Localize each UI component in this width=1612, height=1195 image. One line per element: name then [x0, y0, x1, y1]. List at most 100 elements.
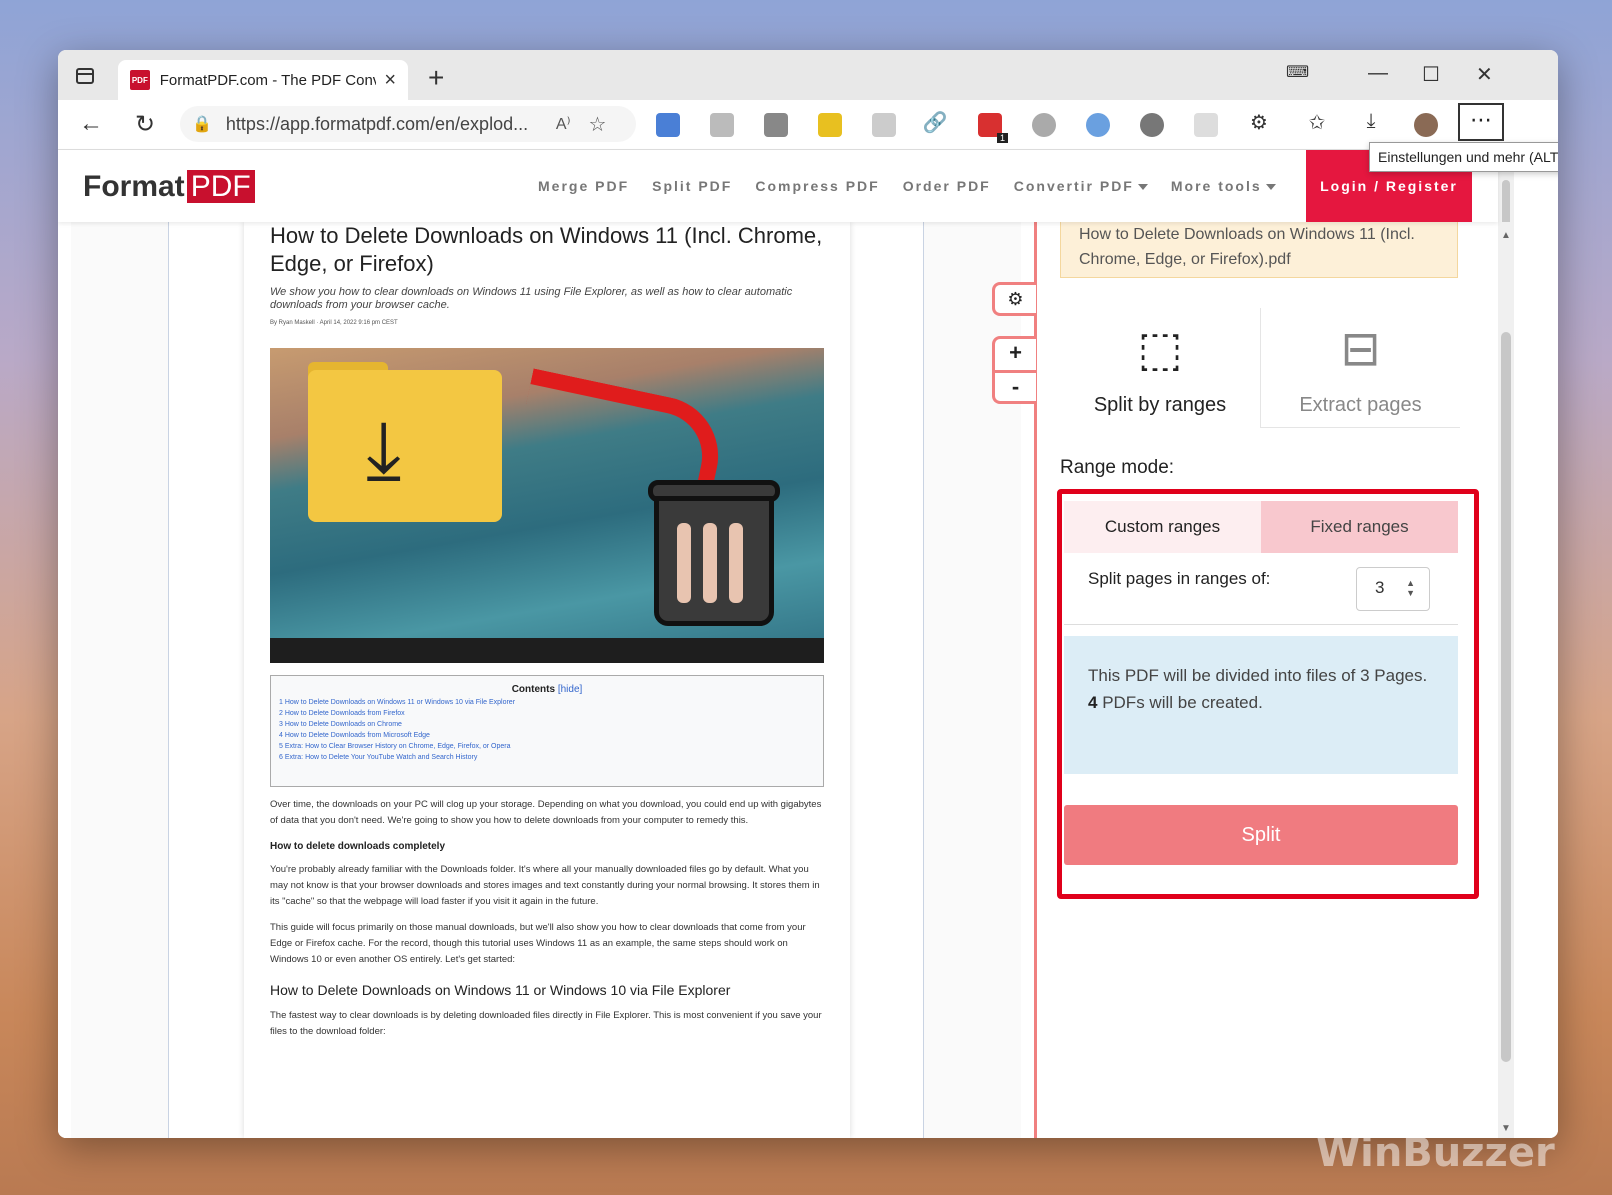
- pdf-page: How to Delete Downloads on Windows 11 (I…: [244, 222, 850, 1138]
- tab-custom-ranges[interactable]: Custom ranges: [1064, 501, 1261, 553]
- favorites-icon[interactable]: ✩: [1302, 110, 1332, 135]
- maximize-icon[interactable]: ☐: [1422, 62, 1440, 87]
- close-window-icon[interactable]: ✕: [1476, 62, 1493, 87]
- active-tab[interactable]: PDF FormatPDF.com - The PDF Conve ×: [118, 60, 408, 100]
- stepper-arrows-icon[interactable]: ▲ ▼: [1406, 578, 1415, 598]
- key-extension-icon[interactable]: [818, 113, 842, 137]
- chevron-down-icon: [1265, 184, 1276, 191]
- split-info-box: This PDF will be divided into files of 3…: [1064, 636, 1458, 774]
- close-tab-icon[interactable]: ×: [384, 69, 396, 92]
- doc-section-heading: How to Delete Downloads on Windows 11 or…: [270, 982, 731, 998]
- pdf-viewer: How to Delete Downloads on Windows 11 (I…: [58, 222, 1034, 1138]
- extensions-icon[interactable]: ⚙: [1244, 110, 1274, 135]
- panel-scroll-thumb[interactable]: [1501, 332, 1511, 1062]
- toc-item[interactable]: 2 How to Delete Downloads from Firefox: [279, 710, 815, 717]
- settings-and-more-button[interactable]: ⋯: [1458, 103, 1504, 141]
- split-options-panel: How to Delete Downloads on Windows 11 (I…: [1034, 222, 1498, 1138]
- tab-actions-icon[interactable]: [76, 68, 94, 84]
- info-line-2: 4 PDFs will be created.: [1088, 689, 1434, 716]
- windows-taskbar-image: [270, 638, 824, 663]
- minimize-icon[interactable]: —: [1368, 62, 1388, 85]
- new-tab-icon[interactable]: +: [428, 62, 444, 94]
- range-size-value: 3: [1375, 578, 1385, 597]
- read-aloud-icon[interactable]: A⁾: [556, 114, 571, 134]
- toc-item[interactable]: 1 How to Delete Downloads on Windows 11 …: [279, 699, 815, 706]
- extract-pages-option[interactable]: ⊟ Extract pages: [1260, 308, 1460, 428]
- formatpdf-logo[interactable]: Format PDF: [83, 170, 255, 204]
- k-extension-icon[interactable]: [1032, 113, 1056, 137]
- split-ranges-icon: ⬚: [1137, 323, 1183, 376]
- winbuzzer-watermark: WinBuzzer: [1316, 1130, 1555, 1176]
- tab-bar: PDF FormatPDF.com - The PDF Conve × + ⌨ …: [58, 50, 1558, 100]
- translate-extension-icon[interactable]: [656, 113, 680, 137]
- browser-window: PDF FormatPDF.com - The PDF Conve × + ⌨ …: [58, 50, 1558, 1138]
- info-line-1: This PDF will be divided into files of 3…: [1088, 666, 1428, 685]
- settings-gear-icon[interactable]: ⚙: [992, 282, 1036, 316]
- info-line-2-text: PDFs will be created.: [1097, 693, 1263, 712]
- hero-image: ⤓: [270, 348, 824, 663]
- nav-convert-pdf[interactable]: Convertir PDF: [1014, 178, 1148, 194]
- web-page: Format PDF Merge PDF Split PDF Compress P…: [58, 150, 1558, 1138]
- refresh-icon[interactable]: ↻: [130, 110, 160, 139]
- zoom-in-button[interactable]: +: [992, 336, 1036, 370]
- address-bar[interactable]: 🔒 https://app.formatpdf.com/en/explod...…: [180, 106, 636, 142]
- nav-more-tools[interactable]: More tools: [1171, 178, 1276, 194]
- logo-pdf: PDF: [186, 170, 255, 203]
- panel-scrollbar[interactable]: ▲ ▼: [1498, 222, 1514, 1138]
- settings-tooltip: Einstellungen und mehr (ALT+: [1369, 142, 1558, 172]
- nav-split-pdf[interactable]: Split PDF: [652, 178, 732, 194]
- extension-badge: 1: [996, 133, 1008, 143]
- nav-order-pdf[interactable]: Order PDF: [903, 178, 991, 194]
- split-by-ranges-option[interactable]: ⬚ Split by ranges: [1060, 308, 1260, 428]
- back-icon[interactable]: ←: [76, 110, 106, 138]
- chevron-down-icon: [1137, 184, 1148, 191]
- tab-fixed-ranges[interactable]: Fixed ranges: [1261, 501, 1458, 553]
- extension-icon[interactable]: [710, 113, 734, 137]
- doc-paragraph: You're probably already familiar with th…: [270, 864, 820, 907]
- spellcheck-extension-icon[interactable]: [1194, 113, 1218, 137]
- window-extension-icon[interactable]: [872, 113, 896, 137]
- notification-extension-icon[interactable]: 1: [978, 113, 1008, 143]
- toc-item[interactable]: 4 How to Delete Downloads from Microsoft…: [279, 732, 815, 739]
- doc-subtitle: We show you how to clear downloads on Wi…: [270, 286, 793, 311]
- site-header: Format PDF Merge PDF Split PDF Compress P…: [58, 150, 1498, 222]
- toc-item[interactable]: 5 Extra: How to Clear Browser History on…: [279, 743, 815, 750]
- range-mode-tabs: Custom ranges Fixed ranges: [1064, 501, 1458, 553]
- link-extension-icon[interactable]: 🔗: [920, 110, 950, 135]
- vpn-extension-icon[interactable]: [1140, 113, 1164, 137]
- url-text[interactable]: https://app.formatpdf.com/en/explod...: [226, 114, 546, 135]
- lock-icon: 🔒: [192, 116, 212, 133]
- globe-extension-icon[interactable]: [1086, 113, 1110, 137]
- toc-title-text: Contents: [511, 684, 556, 695]
- toc-title: Contents [hide]: [279, 684, 815, 695]
- zoom-out-button[interactable]: -: [992, 370, 1036, 404]
- folder-icon: [308, 370, 502, 522]
- add-favorite-icon[interactable]: ☆: [589, 112, 607, 137]
- browser-toolbar: ← ↻ 🔒 https://app.formatpdf.com/en/explo…: [58, 100, 1558, 150]
- table-of-contents: Contents [hide] 1 How to Delete Download…: [270, 675, 824, 787]
- pen-extension-icon[interactable]: [764, 113, 788, 137]
- doc-byline: By Ryan Maskell · April 14, 2022 9:16 pm…: [270, 320, 398, 326]
- toc-item[interactable]: 3 How to Delete Downloads on Chrome: [279, 721, 815, 728]
- logo-word: Format: [83, 170, 185, 203]
- workspace-icon[interactable]: ⌨: [1286, 62, 1309, 82]
- toc-hide-link[interactable]: [hide]: [558, 684, 582, 695]
- nav-compress-pdf[interactable]: Compress PDF: [755, 178, 879, 194]
- viewer-margin-left: [71, 222, 169, 1138]
- range-size-stepper[interactable]: 3 ▲ ▼: [1356, 567, 1430, 611]
- extract-pages-label: Extract pages: [1299, 394, 1422, 416]
- download-arrow-icon: ⤓: [366, 405, 402, 494]
- nav-more-label: More tools: [1170, 178, 1262, 194]
- split-button[interactable]: Split: [1064, 805, 1458, 865]
- doc-paragraph: Over time, the downloads on your PC will…: [270, 799, 822, 826]
- nav-merge-pdf[interactable]: Merge PDF: [538, 178, 629, 194]
- downloads-icon[interactable]: ⤓: [1356, 110, 1386, 133]
- profile-avatar[interactable]: [1414, 113, 1438, 137]
- range-mode-label: Range mode:: [1060, 457, 1175, 478]
- trash-icon: [654, 496, 774, 626]
- doc-title: How to Delete Downloads on Windows 11 (I…: [270, 223, 823, 276]
- file-name-banner: How to Delete Downloads on Windows 11 (I…: [1060, 222, 1458, 278]
- toc-item[interactable]: 6 Extra: How to Delete Your YouTube Watc…: [279, 754, 815, 761]
- range-size-row: Split pages in ranges of: 3 ▲ ▼: [1064, 553, 1458, 625]
- scroll-up-icon[interactable]: ▲: [1501, 230, 1511, 241]
